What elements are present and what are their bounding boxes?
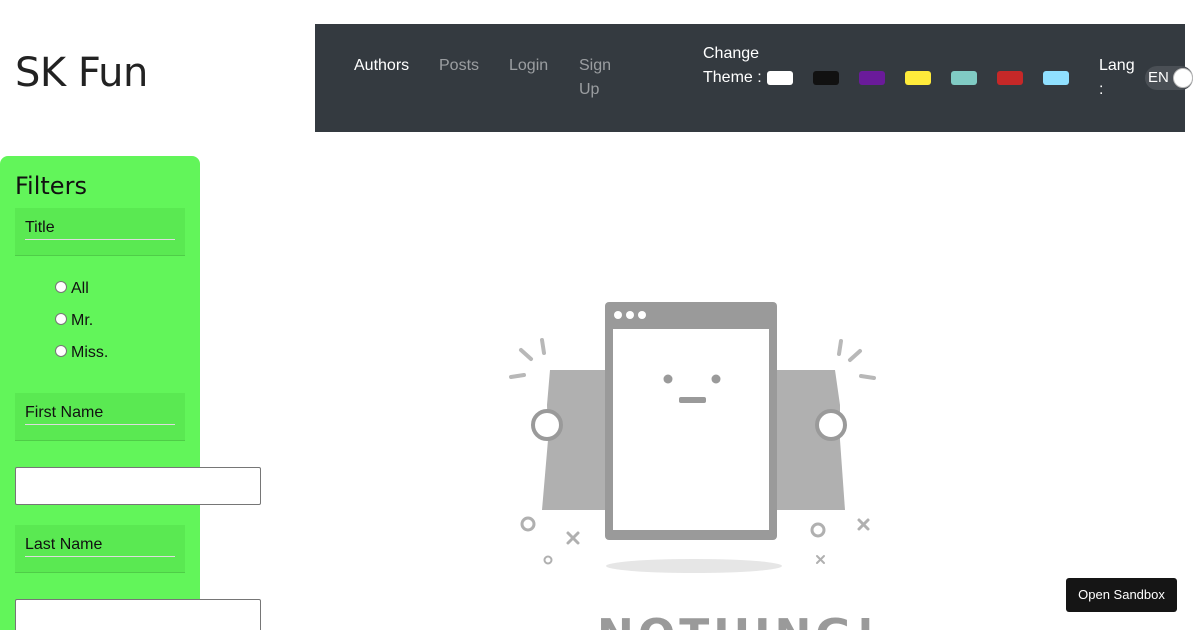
filters-heading: Filters <box>15 172 87 200</box>
title-field-label: Title <box>25 218 175 240</box>
first-name-input[interactable] <box>15 467 261 505</box>
title-radio-all[interactable]: All <box>55 280 89 298</box>
radio-button[interactable] <box>55 345 67 357</box>
radio-button[interactable] <box>55 313 67 325</box>
language-label: Lang : <box>1099 57 1135 98</box>
title-radio-miss[interactable]: Miss. <box>55 344 108 362</box>
language-toggle[interactable]: EN <box>1145 66 1193 90</box>
theme-swatch-teal[interactable] <box>951 71 977 85</box>
change-theme-label: Change Theme : <box>703 45 762 86</box>
theme-swatch-white[interactable] <box>767 71 793 85</box>
radio-label-miss: Miss. <box>71 344 109 361</box>
title-radio-mr[interactable]: Mr. <box>55 312 93 330</box>
radio-button[interactable] <box>55 281 67 293</box>
page: SK Fun Authors Posts Login Sign Up Chang… <box>0 0 1200 630</box>
theme-swatch-red[interactable] <box>997 71 1023 85</box>
nav-posts-link[interactable]: Posts <box>439 54 479 78</box>
radio-label-all: All <box>71 280 89 297</box>
nav-login-link[interactable]: Login <box>509 54 548 78</box>
empty-state-message: NOTHING! <box>597 614 879 630</box>
theme-swatch-black[interactable] <box>813 71 839 85</box>
top-navbar: Authors Posts Login Sign Up Change Theme… <box>315 24 1193 132</box>
last-name-label: Last Name <box>25 535 175 557</box>
open-sandbox-button[interactable]: Open Sandbox <box>1066 578 1177 612</box>
toggle-knob <box>1173 68 1193 88</box>
empty-state-icon <box>509 302 876 573</box>
language-value: EN <box>1148 69 1169 86</box>
nav-signup-link[interactable]: Sign Up <box>579 54 619 102</box>
brand-title[interactable]: SK Fun <box>15 50 148 96</box>
nav-authors-link[interactable]: Authors <box>354 54 409 78</box>
last-name-input[interactable] <box>15 599 261 630</box>
theme-swatch-light-blue[interactable] <box>1043 71 1069 85</box>
first-name-field-group: First Name <box>15 393 185 441</box>
empty-window-illustration <box>500 295 890 585</box>
theme-swatch-yellow[interactable] <box>905 71 931 85</box>
theme-swatch-purple[interactable] <box>859 71 885 85</box>
last-name-field-group: Last Name <box>15 525 185 573</box>
filters-panel: Filters Title All Mr. Miss. First Name L… <box>0 156 261 630</box>
title-field-group: Title <box>15 208 185 256</box>
first-name-label: First Name <box>25 403 175 425</box>
radio-label-mr: Mr. <box>71 312 94 329</box>
